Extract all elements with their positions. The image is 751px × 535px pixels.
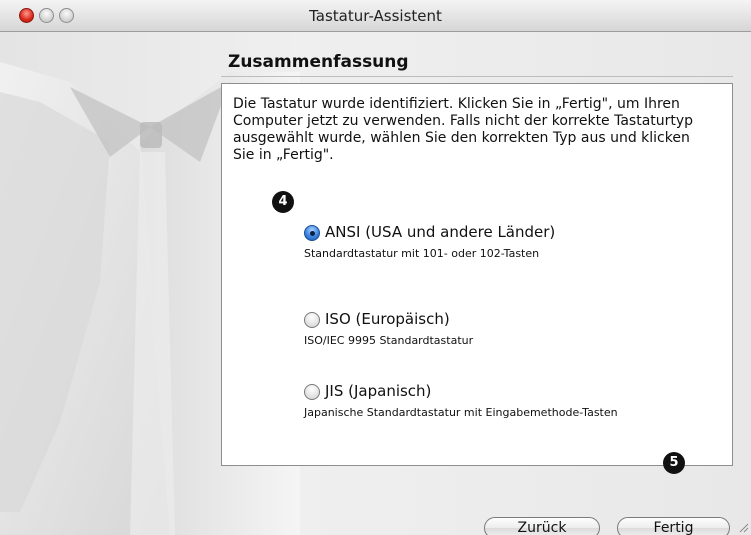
- radio-icon[interactable]: [304, 312, 320, 328]
- window-content: Zusammenfassung Die Tastatur wurde ident…: [0, 32, 751, 535]
- option-label: JIS (Japanisch): [325, 382, 432, 400]
- option-description: Japanische Standardtastatur mit Eingabem…: [304, 406, 618, 419]
- heading-divider: [221, 76, 733, 77]
- step-5-callout: 5: [663, 452, 685, 474]
- step-4-callout: 4: [272, 191, 294, 213]
- window-title: Tastatur-Assistent: [309, 7, 442, 25]
- option-description: ISO/IEC 9995 Standardtastatur: [304, 334, 474, 347]
- page-title: Zusammenfassung: [228, 52, 409, 72]
- assistant-window: Tastatur-Assistent Zusammenfassung Die T…: [0, 0, 751, 535]
- description-text: Die Tastatur wurde identifiziert. Klicke…: [233, 96, 694, 163]
- resize-grip-icon[interactable]: [737, 521, 749, 533]
- radio-icon[interactable]: [304, 225, 320, 241]
- done-button[interactable]: Fertig: [617, 517, 730, 535]
- summary-panel: Die Tastatur wurde identifiziert. Klicke…: [221, 83, 733, 466]
- option-label: ISO (Europäisch): [325, 310, 450, 328]
- back-button[interactable]: Zurück: [484, 517, 600, 535]
- title-bar[interactable]: Tastatur-Assistent: [0, 0, 751, 32]
- option-label: ANSI (USA und andere Länder): [325, 223, 556, 241]
- radio-icon[interactable]: [304, 384, 320, 400]
- option-description: Standardtastatur mit 101- oder 102-Taste…: [304, 247, 540, 260]
